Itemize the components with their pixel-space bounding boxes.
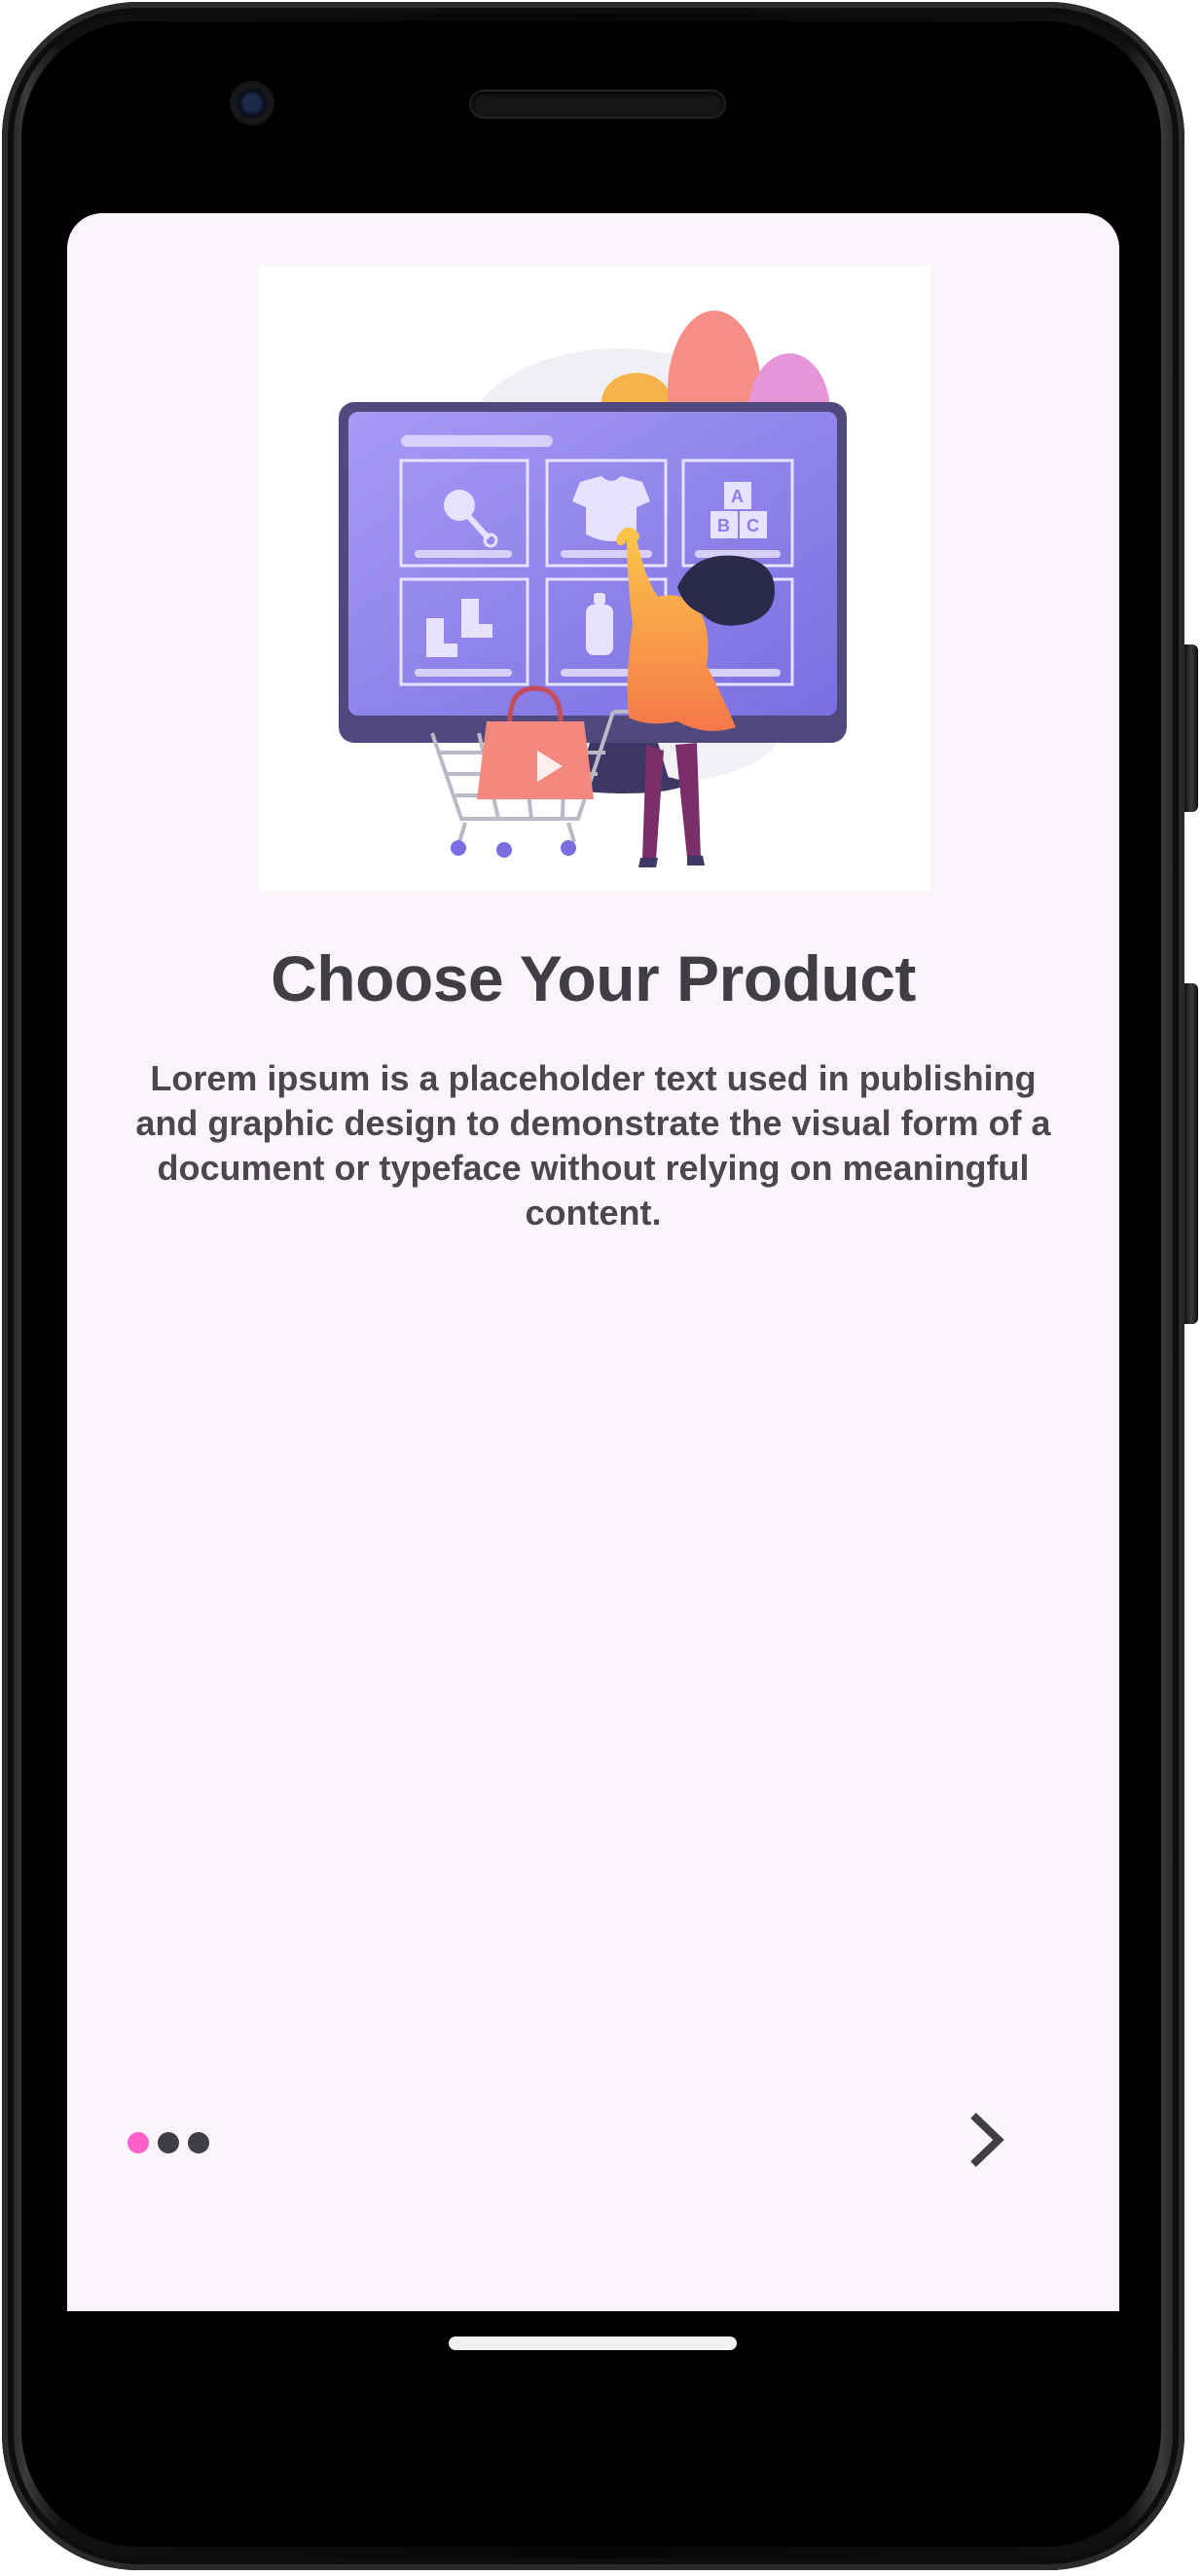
block-letter-c: C <box>747 516 759 535</box>
chevron-right-icon <box>970 2113 1004 2167</box>
page-indicator-dot-3[interactable] <box>188 2132 209 2153</box>
block-letter-b: B <box>717 516 730 535</box>
onboarding-screen: A B C Choose Your Product Lorem ipsum is… <box>67 213 1119 2311</box>
page-description: Lorem ipsum is a placeholder text used i… <box>135 1058 1051 1233</box>
power-button <box>1184 644 1198 812</box>
page-title: Choose Your Product <box>271 942 916 1014</box>
page-indicator <box>127 2132 209 2155</box>
next-button[interactable] <box>943 2096 1031 2184</box>
earpiece-speaker <box>471 92 724 117</box>
page-indicator-dot-2[interactable] <box>158 2132 179 2153</box>
front-camera <box>233 84 272 123</box>
page-indicator-dot-1[interactable] <box>127 2132 149 2153</box>
home-indicator[interactable] <box>449 2337 737 2350</box>
block-letter-a: A <box>731 487 744 506</box>
volume-button <box>1184 983 1198 1324</box>
phone-frame: A B C Choose Your Product Lorem ipsum is… <box>0 0 1202 2576</box>
online-shopping-illustration: A B C <box>259 266 930 891</box>
